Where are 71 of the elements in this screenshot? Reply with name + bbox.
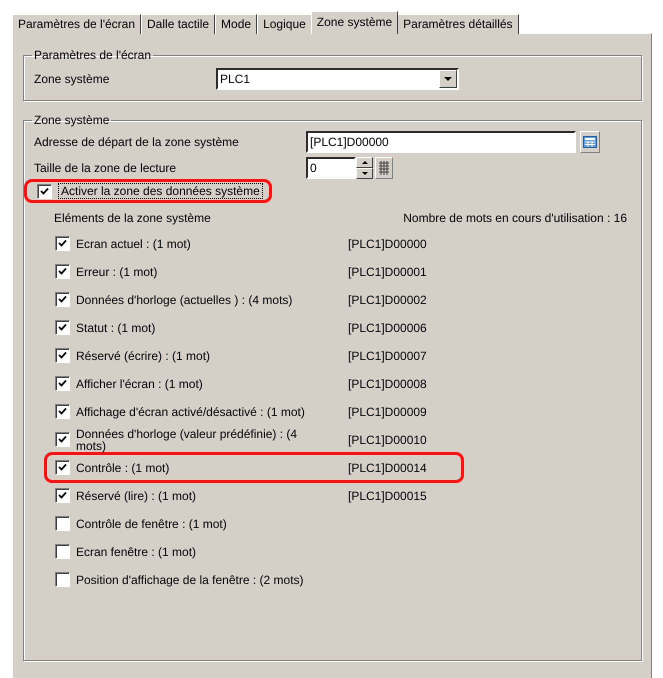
tab[interactable]: Logique bbox=[257, 14, 312, 34]
tab[interactable]: Zone système bbox=[310, 11, 398, 34]
item-label: Données d'horloge (valeur prédéfinie) : (4 mots) bbox=[76, 428, 298, 452]
item-label: Ecran fenêtre : (1 mot) bbox=[76, 546, 198, 558]
group-title: Zone système bbox=[33, 113, 110, 127]
item-label: Réservé (écrire) : (1 mot) bbox=[76, 350, 212, 362]
item-label: Afficher l'écran : (1 mot) bbox=[76, 378, 204, 390]
item-label: Contrôle : (1 mot) bbox=[76, 462, 170, 474]
checkbox[interactable] bbox=[37, 184, 52, 198]
number-field[interactable]: 0 bbox=[306, 157, 356, 179]
check-icon bbox=[58, 491, 67, 500]
check-icon bbox=[58, 323, 67, 332]
checkbox[interactable] bbox=[55, 516, 70, 531]
item-address: [PLC1]D00009 bbox=[348, 404, 427, 418]
section-heading: Eléments de la zone système bbox=[54, 211, 211, 225]
tab[interactable]: Paramètres de l'écran bbox=[12, 14, 142, 34]
checkbox[interactable] bbox=[55, 264, 70, 279]
checkbox[interactable] bbox=[55, 348, 70, 363]
check-icon bbox=[58, 295, 67, 304]
checkbox[interactable] bbox=[55, 404, 70, 419]
address-field[interactable]: [PLC1]D00000 bbox=[306, 131, 576, 153]
checkbox[interactable] bbox=[55, 236, 70, 251]
checkbox[interactable] bbox=[55, 320, 70, 335]
checkbox[interactable] bbox=[55, 488, 70, 503]
item-address: [PLC1]D00015 bbox=[348, 488, 427, 502]
item-label: Position d'affichage de la fenêtre : (2 mots) bbox=[76, 574, 305, 586]
word-count: Nombre de mots en cours d'utilisation : 16 bbox=[403, 211, 627, 225]
item-address: [PLC1]D00001 bbox=[348, 264, 427, 278]
checkbox[interactable] bbox=[55, 572, 70, 587]
field-label: Zone système bbox=[34, 72, 110, 86]
keypad-icon bbox=[583, 136, 597, 148]
check-icon bbox=[58, 407, 67, 416]
item-address: [PLC1]D00008 bbox=[348, 376, 427, 390]
item-label: Affichage d'écran activé/désactivé : (1 mot) bbox=[76, 406, 306, 418]
check-icon bbox=[58, 463, 67, 472]
item-label: Réservé (lire) : (1 mot) bbox=[76, 490, 198, 502]
tab[interactable]: Dalle tactile bbox=[141, 14, 216, 34]
keypad-button[interactable] bbox=[580, 131, 600, 153]
item-address: [PLC1]D00002 bbox=[348, 292, 427, 306]
item-label: Contrôle de fenêtre : (1 mot) bbox=[76, 518, 228, 530]
check-icon bbox=[58, 351, 67, 360]
tab[interactable]: Paramètres détaillés bbox=[397, 14, 519, 34]
field-label: Taille de la zone de lecture bbox=[34, 161, 178, 175]
item-address: [PLC1]D00010 bbox=[348, 432, 427, 446]
grid-button[interactable] bbox=[375, 157, 393, 179]
tab[interactable]: Mode bbox=[215, 14, 258, 34]
checkbox[interactable] bbox=[55, 292, 70, 307]
item-label: Erreur : (1 mot) bbox=[76, 266, 158, 278]
field-label: Adresse de départ de la zone système bbox=[34, 135, 240, 149]
item-label: Données d'horloge (actuelles ) : (4 mots) bbox=[76, 294, 294, 306]
check-icon bbox=[58, 267, 67, 276]
checkbox-label: Activer la zone des données système bbox=[58, 183, 263, 199]
checkbox[interactable] bbox=[55, 544, 70, 559]
group-title: Paramètres de l'écran bbox=[33, 48, 152, 62]
caret-icon bbox=[444, 76, 452, 82]
item-address: [PLC1]D00014 bbox=[348, 460, 427, 474]
item-address: [PLC1]D00000 bbox=[348, 236, 427, 250]
checkbox[interactable] bbox=[55, 432, 70, 447]
check-icon bbox=[58, 379, 67, 388]
check-icon bbox=[40, 186, 49, 196]
item-label: Ecran actuel : (1 mot) bbox=[76, 238, 192, 250]
item-label: Statut : (1 mot) bbox=[76, 322, 156, 334]
dropdown-field[interactable]: PLC1 bbox=[216, 68, 459, 90]
checkbox[interactable] bbox=[55, 376, 70, 391]
checkbox[interactable] bbox=[55, 460, 70, 475]
grid-icon bbox=[378, 161, 390, 175]
check-icon bbox=[58, 239, 67, 248]
spin-buttons[interactable] bbox=[356, 157, 373, 179]
check-icon bbox=[58, 435, 67, 444]
item-address: [PLC1]D00006 bbox=[348, 320, 427, 334]
item-address: [PLC1]D00007 bbox=[348, 348, 427, 362]
